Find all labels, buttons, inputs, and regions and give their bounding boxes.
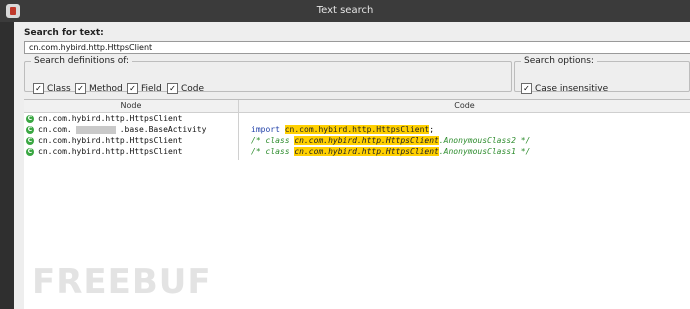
option-code-label: Code — [181, 83, 205, 94]
option-field[interactable]: ✓ Field — [127, 83, 162, 94]
result-row[interactable]: C cn.com.hybird.http.HttpsClient — [26, 146, 183, 157]
result-row[interactable]: C cn.com.hybird.http.HttpsClient — [26, 113, 183, 124]
title-bar: Text search — [0, 0, 690, 22]
class-icon: C — [26, 125, 34, 134]
option-method-label: Method — [89, 83, 123, 94]
option-class[interactable]: ✓ Class — [33, 83, 71, 94]
option-class-label: Class — [47, 83, 71, 94]
node-text: cn.com.hybird.http.HttpsClient — [38, 114, 183, 123]
code-highlight: cn.com.hybird.http.HttpsClient — [294, 147, 439, 156]
text-search-window: Text search Search for text: cn.com.hybi… — [0, 0, 690, 309]
code-keyword: /* class — [251, 136, 290, 145]
search-definitions-group: Search definitions of: ✓ Class ✓ Method … — [24, 56, 512, 94]
result-row[interactable]: C cn.com. .base.BaseActivity — [26, 124, 206, 135]
code-suffix: ; — [429, 125, 435, 134]
class-icon: C — [26, 114, 34, 123]
code-line[interactable]: /* class cn.com.hybird.http.HttpsClient.… — [251, 146, 530, 157]
code-highlight: cn.com.hybird.http.HttpsClient — [284, 125, 430, 134]
code-suffix: .AnonymousClass1 */ — [438, 147, 531, 156]
column-divider[interactable] — [238, 100, 239, 160]
option-case-insensitive[interactable]: ✓ Case insensitive — [521, 83, 608, 94]
code-line[interactable]: /* class cn.com.hybird.http.HttpsClient.… — [251, 135, 530, 146]
left-edge — [0, 22, 14, 309]
search-options-legend: Search options: — [524, 56, 594, 66]
column-header-node[interactable]: Node — [24, 100, 238, 113]
option-method[interactable]: ✓ Method — [75, 83, 123, 94]
option-field-label: Field — [141, 83, 162, 94]
column-header-code[interactable]: Code — [239, 100, 690, 113]
code-highlight: cn.com.hybird.http.HttpsClient — [294, 136, 439, 145]
option-code[interactable]: ✓ Code — [167, 83, 204, 94]
code-suffix: .AnonymousClass2 */ — [438, 136, 531, 145]
code-keyword: /* class — [251, 147, 290, 156]
code-line[interactable]: import cn.com.hybird.http.HttpsClient; — [251, 124, 434, 135]
node-text-prefix: cn.com. — [38, 125, 72, 134]
code-keyword: import — [251, 125, 280, 134]
redacted-segment — [75, 125, 116, 134]
checkbox-field[interactable]: ✓ — [127, 83, 138, 94]
search-definitions-legend: Search definitions of: — [34, 56, 130, 66]
checkbox-class[interactable]: ✓ — [33, 83, 44, 94]
class-icon: C — [26, 136, 34, 145]
watermark-logo: FREEBUF — [32, 262, 212, 302]
node-text: cn.com.hybird.http.HttpsClient — [38, 147, 183, 156]
node-text: cn.com.hybird.http.HttpsClient — [38, 136, 183, 145]
checkbox-code[interactable]: ✓ — [167, 83, 178, 94]
search-label: Search for text: — [24, 28, 104, 38]
result-row[interactable]: C cn.com.hybird.http.HttpsClient — [26, 135, 183, 146]
node-text-suffix: .base.BaseActivity — [119, 125, 207, 134]
search-options-group: Search options: ✓ Case insensitive — [514, 56, 690, 94]
search-input[interactable]: cn.com.hybird.http.HttpsClient — [24, 41, 690, 54]
class-icon: C — [26, 147, 34, 156]
checkbox-case-insensitive[interactable]: ✓ — [521, 83, 532, 94]
option-case-insensitive-label: Case insensitive — [535, 83, 609, 94]
checkbox-method[interactable]: ✓ — [75, 83, 86, 94]
window-title: Text search — [316, 5, 374, 16]
